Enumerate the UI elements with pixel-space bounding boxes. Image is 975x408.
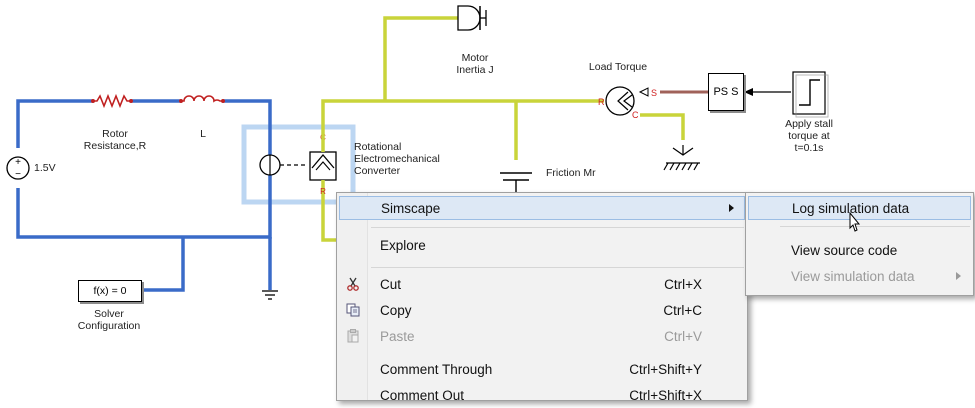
converter-label: Rotational Electromechanical Converter [354,141,440,177]
simulink-signal-line[interactable] [744,88,791,96]
rotor-resistance-label: Rotor Resistance,R [83,128,147,152]
friction-label: Friction Mr [546,167,596,179]
submenu-arrow-icon [956,272,961,280]
menu-item-copy[interactable]: Copy Ctrl+C [339,299,745,323]
menu-item-cut[interactable]: Cut Ctrl+X [339,273,745,297]
svg-text:R: R [320,187,326,196]
menu-item-comment-out[interactable]: Comment Out Ctrl+Shift+X [339,384,745,408]
mechanical-reference-symbol[interactable] [663,145,700,171]
menu-item-comment-through[interactable]: Comment Through Ctrl+Shift+Y [339,358,745,382]
inductor-symbol[interactable] [179,95,225,103]
submenu-item-view-simulation-data[interactable]: View simulation data [748,265,971,289]
menu-separator [371,267,744,268]
menu-item-cut-shortcut: Ctrl+X [664,277,702,292]
menu-item-cut-label: Cut [380,277,402,292]
mouse-pointer-icon [849,212,861,232]
menu-item-comment-through-shortcut: Ctrl+Shift+Y [629,362,702,377]
svg-text:−: − [15,169,21,180]
solver-configuration-block[interactable]: f(x) = 0 [78,280,142,302]
resistor-symbol[interactable] [91,93,133,109]
menu-separator [371,227,744,228]
submenu-item-view-source-code[interactable]: View source code [748,239,971,263]
menu-item-copy-shortcut: Ctrl+C [663,303,702,318]
scissors-icon [347,277,359,291]
voltage-source-symbol[interactable]: + − [6,156,30,180]
solver-block-text: f(x) = 0 [93,285,127,297]
port-r-label: R [598,97,605,107]
ps-s-block-text: PS S [713,86,739,98]
submenu-arrow-icon [729,204,734,212]
port-s-label: S [651,88,658,98]
ps-s-converter-block[interactable]: PS S [708,73,744,111]
simscape-submenu: Log simulation data View source code Vie… [745,192,974,296]
paste-icon [347,329,359,343]
step-block[interactable] [792,71,829,118]
menu-item-simscape[interactable]: Simscape [339,196,745,220]
stall-torque-label: Apply stall torque at t=0.1s [785,118,833,154]
inductor-label: L [200,128,206,140]
submenu-separator [780,226,970,227]
electrical-ground-symbol[interactable] [262,290,278,300]
torque-source-symbol[interactable] [605,86,649,116]
context-menu: Simscape Explore Cut Ctrl+X Copy Ctrl+C [336,192,748,403]
menu-item-explore[interactable]: Explore [339,234,745,258]
friction-symbol[interactable] [500,172,532,192]
submenu-item-view-simulation-data-label: View simulation data [791,269,915,284]
solver-configuration-label: Solver Configuration [77,308,141,332]
menu-item-explore-label: Explore [380,238,426,253]
menu-item-simscape-label: Simscape [381,201,441,216]
submenu-item-view-source-code-label: View source code [791,243,898,258]
menu-item-paste-label: Paste [380,329,415,344]
voltage-source-label: 1.5V [34,162,56,174]
menu-item-copy-label: Copy [380,303,412,318]
inertia-symbol[interactable] [457,5,487,31]
menu-item-paste[interactable]: Paste Ctrl+V [339,325,745,349]
menu-item-comment-through-label: Comment Through [380,362,493,377]
menu-item-paste-shortcut: Ctrl+V [664,329,702,344]
port-c-label: C [632,110,639,120]
svg-text:+: + [15,157,21,168]
load-torque-label: Load Torque [588,61,648,73]
copy-icon [346,303,360,317]
motor-inertia-label: Motor Inertia J [456,52,494,76]
